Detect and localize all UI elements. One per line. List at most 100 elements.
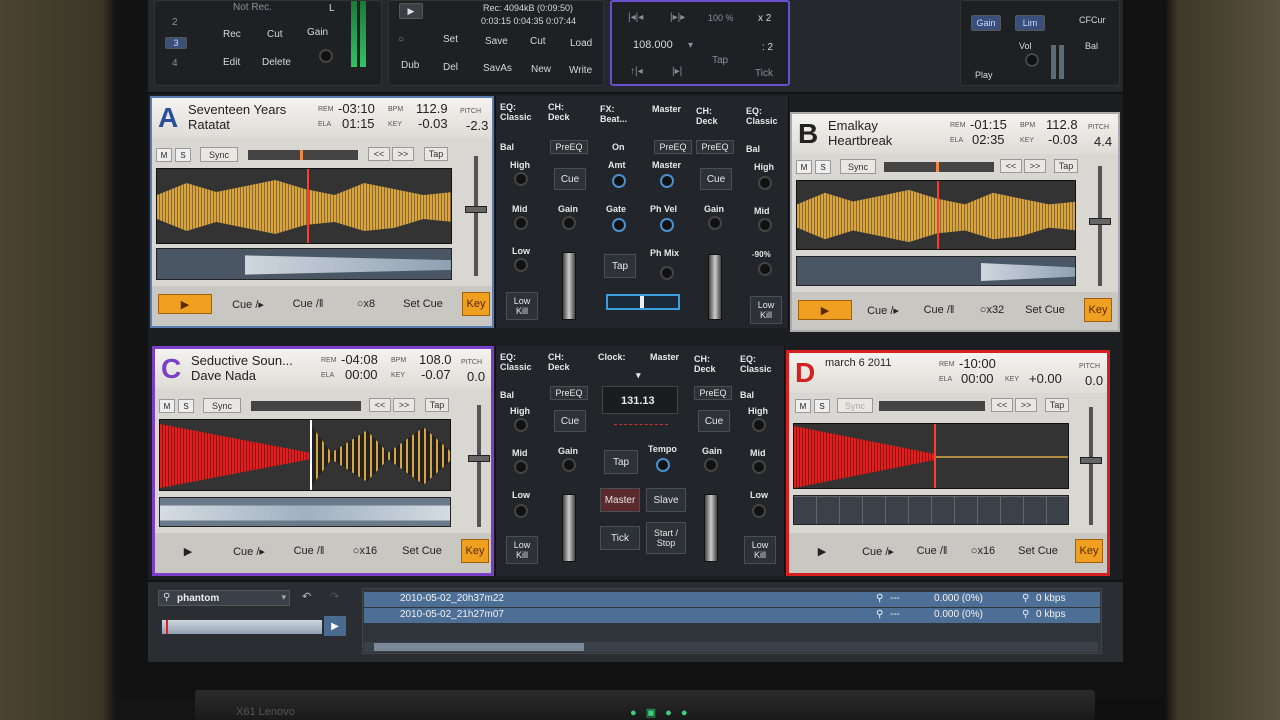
deck-b-s-button[interactable]: S [815,160,831,174]
record-icon[interactable]: ○ [398,34,404,45]
deck-b-waveform[interactable] [796,180,1076,250]
gain-left-knob[interactable] [562,216,576,230]
low-c-knob[interactable] [514,504,528,518]
table-row[interactable]: 2010-05-02_21h27m07 ⚲ --- 0.000 (0%) ⚲ 0… [364,608,1100,623]
search-input[interactable]: phantom [177,593,219,604]
deck-b-pitch-fader-cap[interactable] [1089,218,1111,225]
deck-c-fwd-button[interactable]: >> [393,398,415,412]
deck-d-m-button[interactable]: M [795,399,811,413]
fx-phase-vel-knob[interactable] [660,218,674,232]
low-left-knob[interactable] [514,258,528,272]
tempo-knob[interactable] [656,458,670,472]
half-button[interactable]: : 2 [762,42,773,53]
clock-tick-button[interactable]: Tick [600,526,640,550]
double-button[interactable]: x 2 [758,13,771,24]
high-c-knob[interactable] [514,418,528,432]
write-button[interactable]: Write [569,65,592,76]
high-d-knob[interactable] [752,418,766,432]
channel-c-fader[interactable] [562,494,576,562]
search-dropdown-icon[interactable]: ▾ [281,592,286,603]
channel-d-fader[interactable] [704,494,718,562]
deck-d-cue-play-button[interactable]: Cue /▸ [853,541,903,561]
deck-b-play-icon[interactable]: ▶ [798,300,852,320]
deck-a-s-button[interactable]: S [175,148,191,162]
preeq-left-button[interactable]: PreEQ [550,140,588,154]
deck-c-set-cue-button[interactable]: Set Cue [395,541,449,561]
dub-button[interactable]: Dub [401,60,419,71]
deck-c-play-icon[interactable]: ▶ [161,541,215,561]
deck-b-back-button[interactable]: << [1000,159,1022,173]
tick-button[interactable]: Tick [755,68,773,79]
deck-b-fwd-button[interactable]: >> [1024,159,1046,173]
delete-button[interactable]: Delete [262,57,291,68]
cue-d-button[interactable]: Cue [698,410,730,432]
cue-left-button[interactable]: Cue [554,168,586,190]
table-row[interactable]: 2010-05-02_20h37m22 ⚲ --- 0.000 (0%) ⚲ 0… [364,592,1100,607]
deck-a-m-button[interactable]: M [156,148,172,162]
deck-a-pitch-fader[interactable] [474,156,478,276]
deck-b-loop-button[interactable]: ○x32 [970,300,1014,320]
low-kill-c-button[interactable]: Low Kill [506,536,538,564]
deck-d-play-icon[interactable]: ▶ [795,541,849,561]
low-kill-right-button[interactable]: Low Kill [750,296,782,324]
deck-b-tap-button[interactable]: Tap [1054,159,1078,173]
clock-start-stop-button[interactable]: Start / Stop [646,522,686,554]
deck-d-back-button[interactable]: << [991,398,1013,412]
deck-a-sync-button[interactable]: Sync [200,147,238,162]
deck-a-waveform[interactable] [156,168,452,244]
mid-d-knob[interactable] [752,460,766,474]
deck-b-m-button[interactable]: M [796,160,812,174]
deck-a-cue-play-button[interactable]: Cue /▸ [222,294,274,314]
scrollbar-thumb[interactable] [374,643,584,651]
deck-a-track-overview[interactable] [156,248,452,280]
low-kill-left-button[interactable]: Low Kill [506,292,538,320]
mid-right-knob[interactable] [758,218,772,232]
save-button[interactable]: Save [485,36,508,47]
fx-on-label[interactable]: On [612,142,625,152]
new-button[interactable]: New [531,64,551,75]
deck-a-pitch-fader-cap[interactable] [465,206,487,213]
high-right-knob[interactable] [758,176,772,190]
deck-d-cue-pause-button[interactable]: Cue /‖ [907,541,957,561]
deck-d-loop-button[interactable]: ○x16 [961,541,1005,561]
fx-tap-button[interactable]: Tap [604,254,636,278]
low-d-knob[interactable] [752,504,766,518]
deck-a-key-button[interactable]: Key [462,292,490,316]
mid-c-knob[interactable] [514,460,528,474]
deck-d-pitch-fader-cap[interactable] [1080,457,1102,464]
gain-right-knob[interactable] [708,216,722,230]
ch-right-source[interactable]: Deck [696,116,718,126]
edit-button[interactable]: Edit [223,57,240,68]
deck-c-key-button[interactable]: Key [461,539,489,563]
rec-button[interactable]: Rec [223,29,241,40]
preeq-d-button[interactable]: PreEQ [694,386,732,400]
deck-d-s-button[interactable]: S [814,399,830,413]
nudge-right-icon[interactable]: |▸|▸ [670,12,685,23]
deck-b-key-button[interactable]: Key [1084,298,1112,322]
cue-c-button[interactable]: Cue [554,410,586,432]
channel-a-fader[interactable] [562,252,576,320]
deck-d-set-cue-button[interactable]: Set Cue [1011,541,1065,561]
deck-b-track-overview[interactable] [796,256,1076,286]
clock-master-button[interactable]: Master [600,488,640,512]
deck-b-set-cue-button[interactable]: Set Cue [1018,300,1072,320]
deck-c-loop-button[interactable]: ○x16 [343,541,387,561]
fx-master-knob[interactable] [660,174,674,188]
save-as-button[interactable]: SavAs [483,63,512,74]
bpm-dropdown-icon[interactable]: ▾ [688,40,693,51]
deck-b-cue-pause-button[interactable]: Cue /‖ [914,300,964,320]
del-button[interactable]: Del [443,62,458,73]
eq-right-type[interactable]: Classic [746,116,778,126]
deck-a-tap-button[interactable]: Tap [424,147,448,161]
deck-b-sync-button[interactable]: Sync [840,159,876,174]
deck-d-key-button[interactable]: Key [1075,539,1103,563]
master-tap-button[interactable]: Tap [712,55,728,66]
deck-d-track-overview[interactable] [793,495,1069,525]
ch-d-source[interactable]: Deck [694,364,716,374]
deck-b-pitch-fader[interactable] [1098,166,1102,286]
deck-a-cue-pause-button[interactable]: Cue /‖ [282,294,334,314]
deck-d-tap-button[interactable]: Tap [1045,398,1069,412]
clock-dropdown-icon[interactable]: ▾ [636,370,641,381]
play-icon[interactable]: ▶ [399,3,423,19]
search-box[interactable]: ⚲ phantom ▾ [158,590,290,606]
